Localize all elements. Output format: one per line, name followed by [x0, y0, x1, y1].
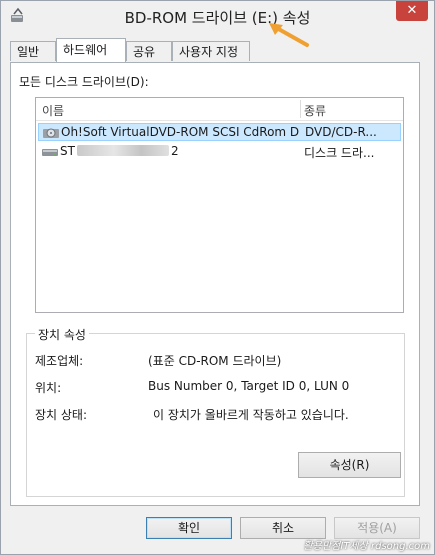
manufacturer-label: 제조업체: — [35, 354, 84, 368]
hardware-panel: 모든 디스크 드라이브(D): 이름 종류 Oh!Soft VirtualDVD… — [10, 62, 420, 506]
location-label: 위치: — [35, 381, 62, 395]
dvd-drive-icon — [43, 128, 59, 138]
title-bar[interactable]: BD-ROM 드라이브 (E:) 속성 ✕ — [1, 1, 434, 47]
status-label: 장치 상태: — [35, 408, 88, 422]
list-item[interactable]: ST 2 디스크 드라... — [38, 143, 401, 161]
watermark-text: 활용만점IT세상 rdsong.com — [303, 541, 430, 552]
pointer-arrow-icon — [269, 23, 309, 47]
drive-list[interactable]: 이름 종류 Oh!Soft VirtualDVD-ROM SCSI CdRom … — [35, 97, 404, 313]
drive-type: DVD/CD-R... — [305, 125, 377, 139]
window-title: BD-ROM 드라이브 (E:) 속성 — [124, 9, 311, 27]
ok-button[interactable]: 확인 — [146, 517, 232, 539]
tab-hardware[interactable]: 하드웨어 — [56, 38, 126, 62]
drive-name: Oh!Soft VirtualDVD-ROM SCSI CdRom D... — [61, 125, 299, 139]
device-properties-title: 장치 속성 — [35, 326, 89, 343]
manufacturer-value: (표준 CD-ROM 드라이브) — [148, 354, 282, 368]
apply-button[interactable]: 적용(A) — [334, 517, 420, 539]
properties-button[interactable]: 속성(R) — [298, 452, 401, 478]
location-value: Bus Number 0, Target ID 0, LUN 0 — [148, 379, 350, 393]
drive-type: 디스크 드라... — [304, 146, 375, 160]
cancel-button[interactable]: 취소 — [240, 517, 326, 539]
redacted-blur — [76, 145, 169, 156]
drive-name-prefix: ST — [60, 144, 75, 158]
tab-customize[interactable]: 사용자 지정 — [172, 41, 250, 61]
drive-name-suffix: 2 — [170, 144, 179, 158]
tab-general[interactable]: 일반 — [10, 41, 56, 61]
hard-disk-icon — [42, 149, 58, 156]
list-header: 이름 종류 — [36, 98, 403, 121]
list-item[interactable]: Oh!Soft VirtualDVD-ROM SCSI CdRom D... D… — [38, 123, 401, 141]
device-properties-group: 장치 속성 제조업체: (표준 CD-ROM 드라이브) 위치: Bus Num… — [26, 326, 405, 497]
properties-window: BD-ROM 드라이브 (E:) 속성 ✕ 일반 하드웨어 공유 사용자 지정 … — [0, 0, 435, 555]
drive-name: ST 2 — [60, 144, 298, 158]
status-value: 이 장치가 올바르게 작동하고 있습니다. — [153, 408, 349, 422]
all-drives-label: 모든 디스크 드라이브(D): — [19, 75, 149, 89]
close-button[interactable]: ✕ — [396, 1, 428, 21]
column-type-header[interactable]: 종류 — [304, 102, 326, 119]
tab-sharing[interactable]: 공유 — [126, 41, 172, 61]
column-divider[interactable] — [300, 100, 301, 118]
column-name-header[interactable]: 이름 — [42, 102, 64, 119]
